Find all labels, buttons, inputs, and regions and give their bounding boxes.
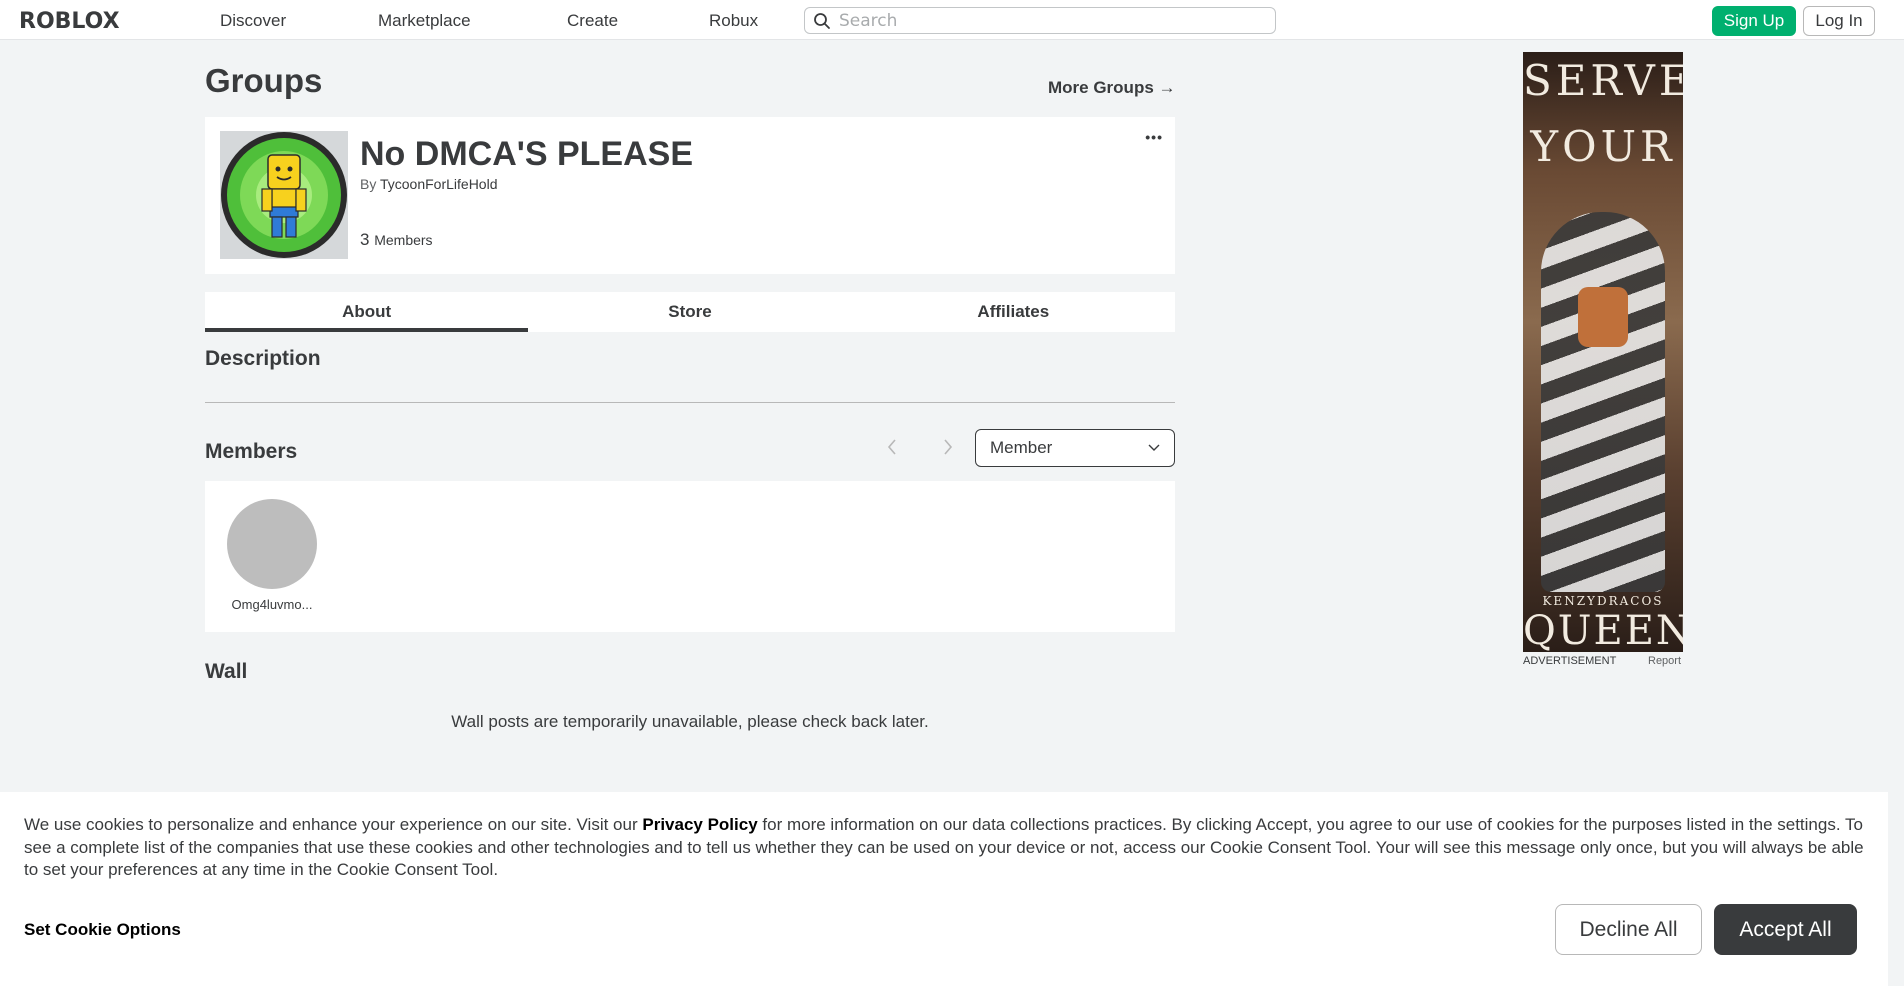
ad-line-1: SERVE [1523, 56, 1683, 105]
tab-store[interactable]: Store [528, 292, 851, 332]
page-title: Groups [205, 62, 323, 99]
description-heading: Description [205, 347, 321, 370]
member-count: 3 Members [360, 230, 433, 250]
nav-link-robux[interactable]: Robux [709, 11, 758, 31]
accept-all-button[interactable]: Accept All [1714, 904, 1857, 955]
tab-about[interactable]: About [205, 292, 529, 332]
chevron-left-icon [887, 439, 896, 455]
owner-link[interactable]: TycoonForLifeHold [380, 176, 498, 192]
members-list: Omg4luvmo... [205, 481, 1175, 632]
ad-line-3: QUEEN [1523, 608, 1683, 652]
search-box[interactable] [804, 7, 1276, 34]
search-input[interactable] [839, 10, 1259, 31]
nav-link-create[interactable]: Create [567, 11, 618, 31]
cookie-consent-banner: We use cookies to personalize and enhanc… [0, 792, 1888, 986]
previous-page-button[interactable] [886, 437, 898, 462]
member-count-label: Members [374, 232, 433, 248]
decline-all-button[interactable]: Decline All [1555, 904, 1702, 955]
log-in-button[interactable]: Log In [1803, 6, 1875, 36]
owner-by-label: By [360, 176, 377, 192]
group-owner: By TycoonForLifeHold [360, 176, 498, 192]
group-tabs: About Store Affiliates [205, 292, 1175, 332]
role-dropdown-value: Member [990, 438, 1053, 457]
chevron-down-icon [1148, 444, 1160, 451]
cookie-message: We use cookies to personalize and enhanc… [24, 814, 1874, 882]
avatar[interactable] [227, 499, 317, 589]
advertisement-banner[interactable]: SERVE YOUR KENZYDRACOS QUEEN [1523, 52, 1683, 652]
group-name: No DMCA'S PLEASE [360, 135, 693, 173]
more-groups-link[interactable]: More Groups → [1048, 78, 1176, 98]
advertisement-label: ADVERTISEMENT [1523, 655, 1617, 667]
group-emblem [220, 131, 348, 259]
role-dropdown[interactable]: Member [975, 429, 1175, 467]
wall-unavailable-message: Wall posts are temporarily unavailable, … [451, 712, 929, 731]
set-cookie-options-link[interactable]: Set Cookie Options [24, 920, 181, 940]
cookie-text-before: We use cookies to personalize and enhanc… [24, 815, 643, 834]
search-icon [814, 12, 830, 29]
member-tile[interactable]: Omg4luvmo... [227, 499, 317, 612]
roblox-logo[interactable]: ROBLOX [19, 9, 120, 34]
privacy-policy-link[interactable]: Privacy Policy [642, 815, 757, 834]
sign-up-button[interactable]: Sign Up [1712, 6, 1796, 36]
members-heading: Members [205, 440, 298, 463]
description-divider [205, 402, 1175, 403]
ad-figure-image [1541, 212, 1665, 592]
wall-heading: Wall [205, 660, 248, 683]
ad-line-2: YOUR [1530, 122, 1676, 171]
next-page-button[interactable] [942, 437, 954, 462]
ad-brand: KENZYDRACOS [1542, 594, 1664, 608]
group-header-card: No DMCA'S PLEASE By TycoonForLifeHold 3 … [205, 117, 1175, 274]
top-navigation-bar: ROBLOX Discover Marketplace Create Robux… [0, 0, 1904, 40]
ad-face-image [1578, 287, 1628, 347]
more-options-button[interactable]: ••• [1145, 129, 1163, 145]
tab-affiliates[interactable]: Affiliates [852, 292, 1175, 332]
ad-report-link[interactable]: Report [1648, 655, 1681, 667]
member-name[interactable]: Omg4luvmo... [227, 597, 317, 612]
nav-link-marketplace[interactable]: Marketplace [378, 11, 471, 31]
nav-link-discover[interactable]: Discover [220, 11, 286, 31]
group-emblem-image [220, 131, 348, 259]
chevron-right-icon [944, 439, 953, 455]
member-count-number: 3 [360, 230, 370, 249]
